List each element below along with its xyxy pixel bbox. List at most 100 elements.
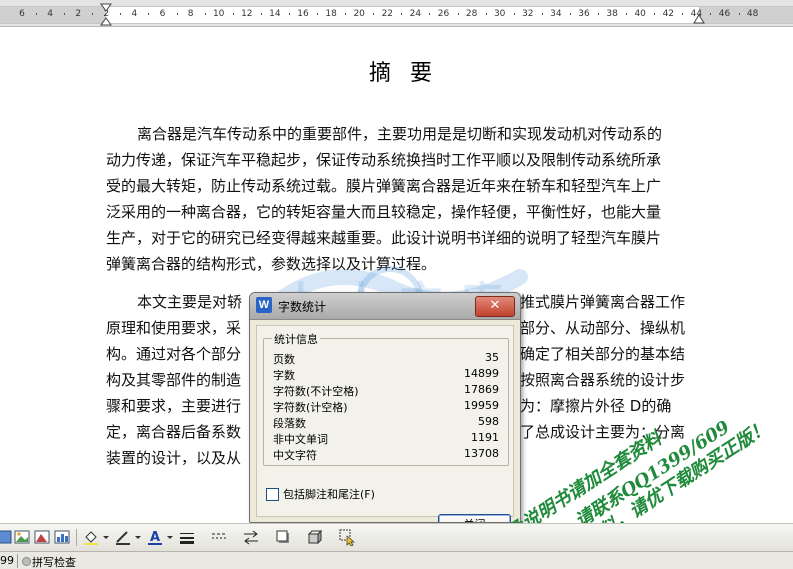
select-objects-icon[interactable]	[338, 528, 356, 546]
ruler-tick-mark	[288, 13, 290, 15]
close-button[interactable]: 关闭	[438, 514, 511, 522]
svg-text:A: A	[150, 530, 160, 545]
ruler-tick-mark	[148, 13, 150, 15]
stat-row-pages: 页数 35	[273, 351, 499, 367]
ruler-tick-mark	[485, 13, 487, 15]
font-color-icon[interactable]: A	[146, 528, 164, 546]
ruler-tick-mark	[36, 13, 38, 15]
insert-picture-icon[interactable]	[0, 528, 14, 546]
stat-label: 非中文单词	[273, 433, 328, 446]
ruler-strip	[0, 6, 793, 24]
stat-row-paragraphs: 段落数 598	[273, 415, 499, 431]
ruler-tick-label: 48	[746, 9, 759, 19]
line-color-dropdown-icon[interactable]	[135, 536, 141, 539]
doc-line: 离合器是汽车传动系中的重要部件，主要功用是是切断和实现发动机对传动系的	[137, 125, 663, 143]
fill-color-icon[interactable]	[82, 528, 100, 546]
page-title: 摘 要	[369, 61, 438, 86]
ruler-tick-mark	[710, 13, 712, 15]
ruler-tick-label: 34	[550, 9, 562, 19]
ruler-tick-mark	[738, 13, 740, 15]
insert-clipart-icon[interactable]	[33, 528, 51, 546]
arrow-style-icon[interactable]	[242, 528, 260, 546]
status-bar: 99 拼写检查	[0, 551, 793, 569]
ruler-tick-label: 16	[297, 9, 309, 19]
stat-row-chars-no-spaces: 字符数(不计空格) 17869	[273, 383, 499, 399]
stat-label: 页数	[273, 353, 295, 366]
spell-check-toggle[interactable]: 拼写检查	[32, 554, 76, 569]
insert-image-icon[interactable]	[13, 528, 31, 546]
line-style-icon[interactable]	[178, 528, 196, 546]
status-separator	[17, 554, 18, 568]
include-footnotes-label[interactable]: 包括脚注和尾注(F)	[283, 486, 375, 502]
3d-style-icon[interactable]	[306, 528, 324, 546]
ruler-tick-mark	[92, 13, 94, 15]
ruler-tick-mark	[541, 13, 543, 15]
close-icon[interactable]: ✕	[475, 296, 515, 317]
horizontal-ruler[interactable]: 6 4 2 2 4 6 8 10 12 14 16 18 20 22 24 26 28 30 32 34 36 38 40 4…	[0, 0, 793, 27]
stat-value: 1191	[471, 431, 499, 444]
dialog-title: 字数统计	[278, 300, 327, 314]
wps-writer-window: 6 4 2 2 4 6 8 10 12 14 16 18 20 22 24 26 28 30 32 34 36 38 40 4…	[0, 0, 793, 569]
ruler-tick-label: 24	[409, 9, 422, 19]
word-count-dialog: W 字数统计 ✕ 统计信息 页数 35 字数 14899 字符数(不计空格) 1…	[249, 292, 521, 523]
ruler-tick-label: 26	[437, 9, 450, 19]
fill-color-dropdown-icon[interactable]	[103, 536, 109, 539]
doc-line: 动力传递，保证汽车平稳起步，保证传动系统换挡时工作平顺以及限制传动系统所承	[106, 151, 662, 169]
ruler-tick-mark	[682, 13, 684, 15]
insert-chart-icon[interactable]	[53, 528, 71, 546]
ruler-tick-label: 10	[212, 9, 225, 19]
ruler-tick-label: 36	[578, 9, 590, 19]
ruler-tick-label: 46	[718, 9, 731, 19]
ruler-tick-mark	[654, 13, 656, 15]
ruler-tick-label: 4	[47, 9, 53, 19]
stat-label: 字符数(不计空格)	[273, 385, 359, 398]
ruler-tick-mark	[204, 13, 206, 15]
doc-line-fragment: 了总成设计主要为：分离	[520, 423, 686, 441]
stat-row-non-chinese-words: 非中文单词 1191	[273, 431, 499, 447]
ruler-tick-label: 30	[493, 9, 506, 19]
doc-line: 受的最大转矩，防止传动系统过载。膜片弹簧离合器是近年来在轿车和轻型汽车上广	[106, 177, 662, 195]
ruler-tick-mark	[513, 13, 515, 15]
ruler-tick-mark	[64, 13, 66, 15]
ruler-tick-label: 40	[634, 9, 646, 19]
stat-value: 19959	[464, 399, 499, 412]
ruler-tick-mark	[401, 13, 403, 15]
ruler-tick-label: 32	[522, 9, 534, 19]
ruler-tick-label: 28	[465, 9, 478, 19]
spell-check-status-icon[interactable]	[22, 557, 31, 566]
ruler-tick-mark	[569, 13, 571, 15]
font-color-dropdown-icon[interactable]	[167, 536, 173, 539]
doc-line-fragment: 部分、从动部分、操纵机	[520, 319, 686, 337]
ruler-tick-label: 6	[159, 9, 166, 19]
doc-line: 生产，对于它的研究已经变得越来越重要。此设计说明书详细的说明了轻型汽车膜片	[106, 229, 662, 247]
toolbar-separator	[76, 529, 77, 546]
ruler-tick-mark	[373, 13, 375, 15]
ruler-tick-label: 22	[381, 9, 394, 19]
ruler-tick-mark	[260, 13, 262, 15]
first-line-indent-marker[interactable]	[100, 3, 112, 27]
stat-label: 段落数	[273, 417, 306, 430]
drawing-toolbar: A	[0, 523, 793, 551]
dialog-titlebar[interactable]: W 字数统计 ✕	[250, 293, 520, 320]
stat-label: 中文字符	[273, 449, 317, 462]
shadow-style-icon[interactable]	[274, 528, 292, 546]
ruler-tick-label: 8	[187, 9, 194, 19]
ruler-tick-label: 42	[662, 9, 675, 19]
stat-value: 35	[485, 351, 499, 364]
right-indent-marker[interactable]	[693, 12, 705, 24]
ruler-tick-label: 14	[269, 9, 281, 19]
stat-value: 13708	[464, 447, 499, 460]
ruler-tick-mark	[626, 13, 628, 15]
group-title: 统计信息	[272, 331, 320, 347]
dialog-body: 统计信息 页数 35 字数 14899 字符数(不计空格) 17869 字符数(…	[256, 325, 514, 522]
doc-line: 弹簧离合器的结构形式，参数选择以及计算过程。	[106, 255, 437, 273]
doc-line-fragment: 确定了相关部分的基本结	[520, 345, 686, 363]
ruler-tick-mark	[232, 13, 234, 15]
dash-style-icon[interactable]	[210, 528, 228, 546]
line-color-icon[interactable]	[114, 528, 132, 546]
ruler-tick-label: 38	[606, 9, 618, 19]
ruler-tick-mark	[317, 13, 319, 15]
stat-row-chinese-chars: 中文字符 13708	[273, 447, 499, 463]
include-footnotes-checkbox[interactable]	[266, 488, 279, 501]
ruler-tick-label: 2	[75, 9, 82, 19]
